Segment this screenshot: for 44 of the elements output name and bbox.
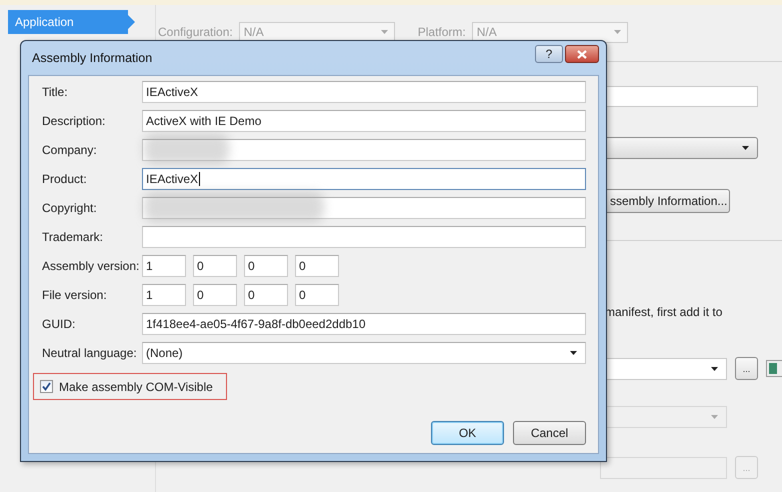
dropdown-arrow-icon [570, 351, 577, 355]
platform-label: Platform: [418, 25, 466, 39]
field-label: Assembly version: [42, 259, 140, 273]
field-label: Copyright: [42, 201, 98, 215]
browse-button[interactable]: ... [735, 357, 758, 380]
field-label: Trademark: [42, 230, 104, 244]
field-label: Company: [42, 143, 98, 157]
text-field[interactable]: ActiveX with IE Demo [142, 110, 586, 132]
dropdown-arrow-icon [380, 30, 388, 34]
text-field[interactable] [142, 139, 586, 161]
version-field[interactable]: 0 [193, 255, 237, 277]
field-label: Title: [42, 85, 69, 99]
field-label: Description: [42, 114, 106, 128]
text-field[interactable]: IEActiveX [142, 168, 586, 190]
field-label: Product: [42, 172, 88, 186]
ok-button[interactable]: OK [431, 421, 504, 445]
dialog-title: Assembly Information [32, 51, 152, 65]
checkbox[interactable] [40, 380, 53, 393]
text-field[interactable] [142, 197, 586, 219]
version-field[interactable]: 0 [193, 284, 237, 306]
dropdown-arrow-icon [742, 146, 749, 150]
field-label: Neutral language: [42, 346, 138, 360]
version-field[interactable]: 0 [244, 284, 288, 306]
version-field[interactable]: 0 [244, 255, 288, 277]
version-field[interactable]: 0 [295, 284, 339, 306]
version-field[interactable]: 1 [142, 284, 186, 306]
language-dropdown[interactable]: (None) [142, 342, 586, 364]
configuration-label: Configuration: [158, 25, 233, 39]
field-label: GUID: [42, 317, 76, 331]
dropdown-arrow-icon [711, 366, 718, 370]
version-field[interactable]: 1 [142, 255, 186, 277]
text-field[interactable]: IEActiveX [142, 81, 586, 103]
field-label: File version: [42, 288, 108, 302]
dropdown-arrow-icon [711, 415, 718, 419]
close-button[interactable] [565, 45, 599, 63]
image-icon [766, 360, 782, 377]
close-icon [577, 50, 587, 58]
help-button[interactable]: ? [535, 45, 563, 63]
text-field[interactable]: 1f418ee4-ae05-4f67-9a8f-db0eed2ddb10 [142, 313, 586, 335]
dropdown-arrow-icon [614, 30, 621, 34]
cancel-button[interactable]: Cancel [513, 421, 586, 445]
version-field[interactable]: 0 [295, 255, 339, 277]
checkbox-label[interactable]: Make assembly COM-Visible [59, 380, 213, 394]
text-field[interactable] [142, 226, 586, 248]
